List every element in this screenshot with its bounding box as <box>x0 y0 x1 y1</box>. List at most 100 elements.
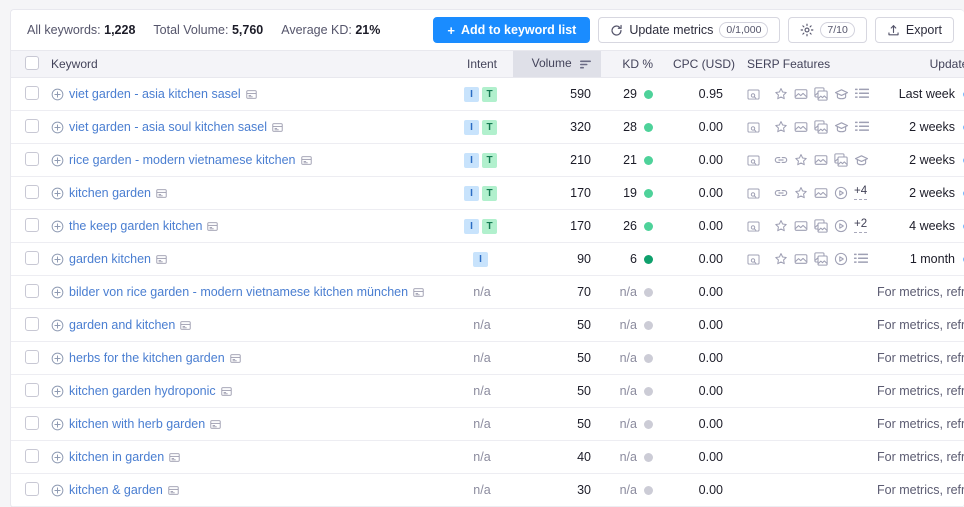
table-row[interactable]: the keep garden kitchen I T 170 26 0.00 +2 … <box>11 209 964 243</box>
table-row[interactable]: viet garden - asia kitchen sasel I T 590 2… <box>11 77 964 111</box>
add-keyword-icon[interactable] <box>51 121 64 134</box>
star-icon[interactable] <box>774 219 788 233</box>
serp-snapshot-icon[interactable] <box>169 452 180 463</box>
table-row[interactable]: kitchen garden hydroponic n/a 50 n/a 0.00… <box>11 374 964 408</box>
row-checkbox[interactable] <box>25 349 39 364</box>
row-select-cell[interactable] <box>11 143 47 177</box>
export-button[interactable]: Export <box>874 17 954 43</box>
serp-snapshot-icon[interactable] <box>210 419 221 430</box>
add-keyword-icon[interactable] <box>51 352 64 365</box>
list-icon[interactable] <box>855 88 869 100</box>
add-keyword-icon[interactable] <box>51 253 64 266</box>
row-checkbox[interactable] <box>25 85 39 100</box>
intent-badge-i[interactable]: I <box>464 87 479 102</box>
keyword-link[interactable]: garden and kitchen <box>69 318 175 332</box>
search-preview-icon[interactable] <box>747 121 760 134</box>
video-icon[interactable] <box>834 186 848 200</box>
serp-snapshot-icon[interactable] <box>180 320 192 331</box>
image-icon[interactable] <box>794 252 808 266</box>
intent-badge-t[interactable]: T <box>482 87 497 102</box>
row-checkbox[interactable] <box>25 382 39 397</box>
keyword-link[interactable]: viet garden - asia kitchen sasel <box>69 87 241 101</box>
serp-snapshot-icon[interactable] <box>156 254 167 265</box>
images-icon[interactable] <box>814 219 828 233</box>
row-select-cell[interactable] <box>11 209 47 243</box>
serp-snapshot-icon[interactable] <box>245 89 257 100</box>
table-row[interactable]: garden and kitchen n/a 50 n/a 0.00 For me… <box>11 308 964 342</box>
row-checkbox[interactable] <box>25 415 39 430</box>
keyword-link[interactable]: kitchen with herb garden <box>69 417 205 431</box>
image-icon[interactable] <box>794 120 808 134</box>
search-preview-icon[interactable] <box>747 220 760 233</box>
table-row[interactable]: kitchen garden I T 170 19 0.00 +4 2 weeks <box>11 176 964 210</box>
serp-snapshot-icon[interactable] <box>156 188 167 199</box>
search-preview-icon[interactable] <box>747 187 760 200</box>
keyword-link[interactable]: kitchen in garden <box>69 450 164 464</box>
star-icon[interactable] <box>794 186 808 200</box>
star-icon[interactable] <box>794 153 808 167</box>
intent-badge-i[interactable]: I <box>464 186 479 201</box>
row-select-cell[interactable] <box>11 77 47 111</box>
keyword-link[interactable]: kitchen garden <box>69 186 151 200</box>
link-icon[interactable] <box>774 153 788 167</box>
table-row[interactable]: bilder von rice garden - modern vietname… <box>11 275 964 309</box>
add-keyword-icon[interactable] <box>51 385 64 398</box>
intent-badge-t[interactable]: T <box>482 153 497 168</box>
add-keyword-icon[interactable] <box>51 187 64 200</box>
add-keyword-icon[interactable] <box>51 220 64 233</box>
search-preview-icon[interactable] <box>747 253 760 266</box>
keyword-link[interactable]: viet garden - asia soul kitchen sasel <box>69 120 267 134</box>
table-row[interactable]: kitchen in garden n/a 40 n/a 0.00 For met… <box>11 440 964 474</box>
image-icon[interactable] <box>794 219 808 233</box>
row-select-cell[interactable] <box>11 275 47 309</box>
row-select-cell[interactable] <box>11 308 47 342</box>
video-icon[interactable] <box>834 252 848 266</box>
header-select-all[interactable] <box>11 50 47 78</box>
intent-badge-i[interactable]: I <box>464 120 479 135</box>
add-keyword-icon[interactable] <box>51 484 64 497</box>
serp-snapshot-icon[interactable] <box>207 221 219 232</box>
add-keyword-icon[interactable] <box>51 319 64 332</box>
settings-button[interactable]: 7/10 <box>788 17 867 43</box>
row-select-cell[interactable] <box>11 341 47 375</box>
row-select-cell[interactable] <box>11 110 47 144</box>
row-select-cell[interactable] <box>11 440 47 474</box>
images-icon[interactable] <box>814 87 828 101</box>
knowledge-icon[interactable] <box>834 120 849 135</box>
keyword-link[interactable]: the keep garden kitchen <box>69 219 202 233</box>
image-icon[interactable] <box>794 87 808 101</box>
row-select-cell[interactable] <box>11 374 47 408</box>
table-row[interactable]: garden kitchen I 90 6 0.00 1 month <box>11 242 964 276</box>
table-row[interactable]: rice garden - modern vietnamese kitchen … <box>11 143 964 177</box>
images-icon[interactable] <box>814 252 828 266</box>
row-checkbox[interactable] <box>25 250 39 265</box>
row-checkbox[interactable] <box>25 481 39 496</box>
table-row[interactable]: herbs for the kitchen garden n/a 50 n/a 0… <box>11 341 964 375</box>
header-serp-features[interactable]: SERP Features <box>733 50 867 78</box>
keyword-link[interactable]: bilder von rice garden - modern vietname… <box>69 285 408 299</box>
intent-badge-t[interactable]: T <box>482 219 497 234</box>
table-row[interactable]: kitchen with herb garden n/a 50 n/a 0.00 … <box>11 407 964 441</box>
header-keyword[interactable]: Keyword <box>47 50 451 78</box>
serp-snapshot-icon[interactable] <box>272 122 283 133</box>
star-icon[interactable] <box>774 87 788 101</box>
list-icon[interactable] <box>854 253 868 265</box>
star-icon[interactable] <box>774 120 788 134</box>
update-metrics-button[interactable]: Update metrics 0/1,000 <box>598 17 781 43</box>
intent-badge-t[interactable]: T <box>482 186 497 201</box>
intent-badge-i[interactable]: I <box>473 252 488 267</box>
table-row[interactable]: viet garden - asia soul kitchen sasel IT… <box>11 110 964 144</box>
intent-badge-i[interactable]: I <box>464 219 479 234</box>
row-checkbox[interactable] <box>25 448 39 463</box>
serp-snapshot-icon[interactable] <box>229 353 241 364</box>
add-keyword-icon[interactable] <box>51 451 64 464</box>
add-keyword-icon[interactable] <box>51 418 64 431</box>
knowledge-icon[interactable] <box>854 153 869 168</box>
serp-snapshot-icon[interactable] <box>220 386 232 397</box>
row-checkbox[interactable] <box>25 217 39 232</box>
star-icon[interactable] <box>774 252 788 266</box>
row-select-cell[interactable] <box>11 176 47 210</box>
keyword-link[interactable]: kitchen garden hydroponic <box>69 384 216 398</box>
image-icon[interactable] <box>814 186 828 200</box>
row-select-cell[interactable] <box>11 407 47 441</box>
